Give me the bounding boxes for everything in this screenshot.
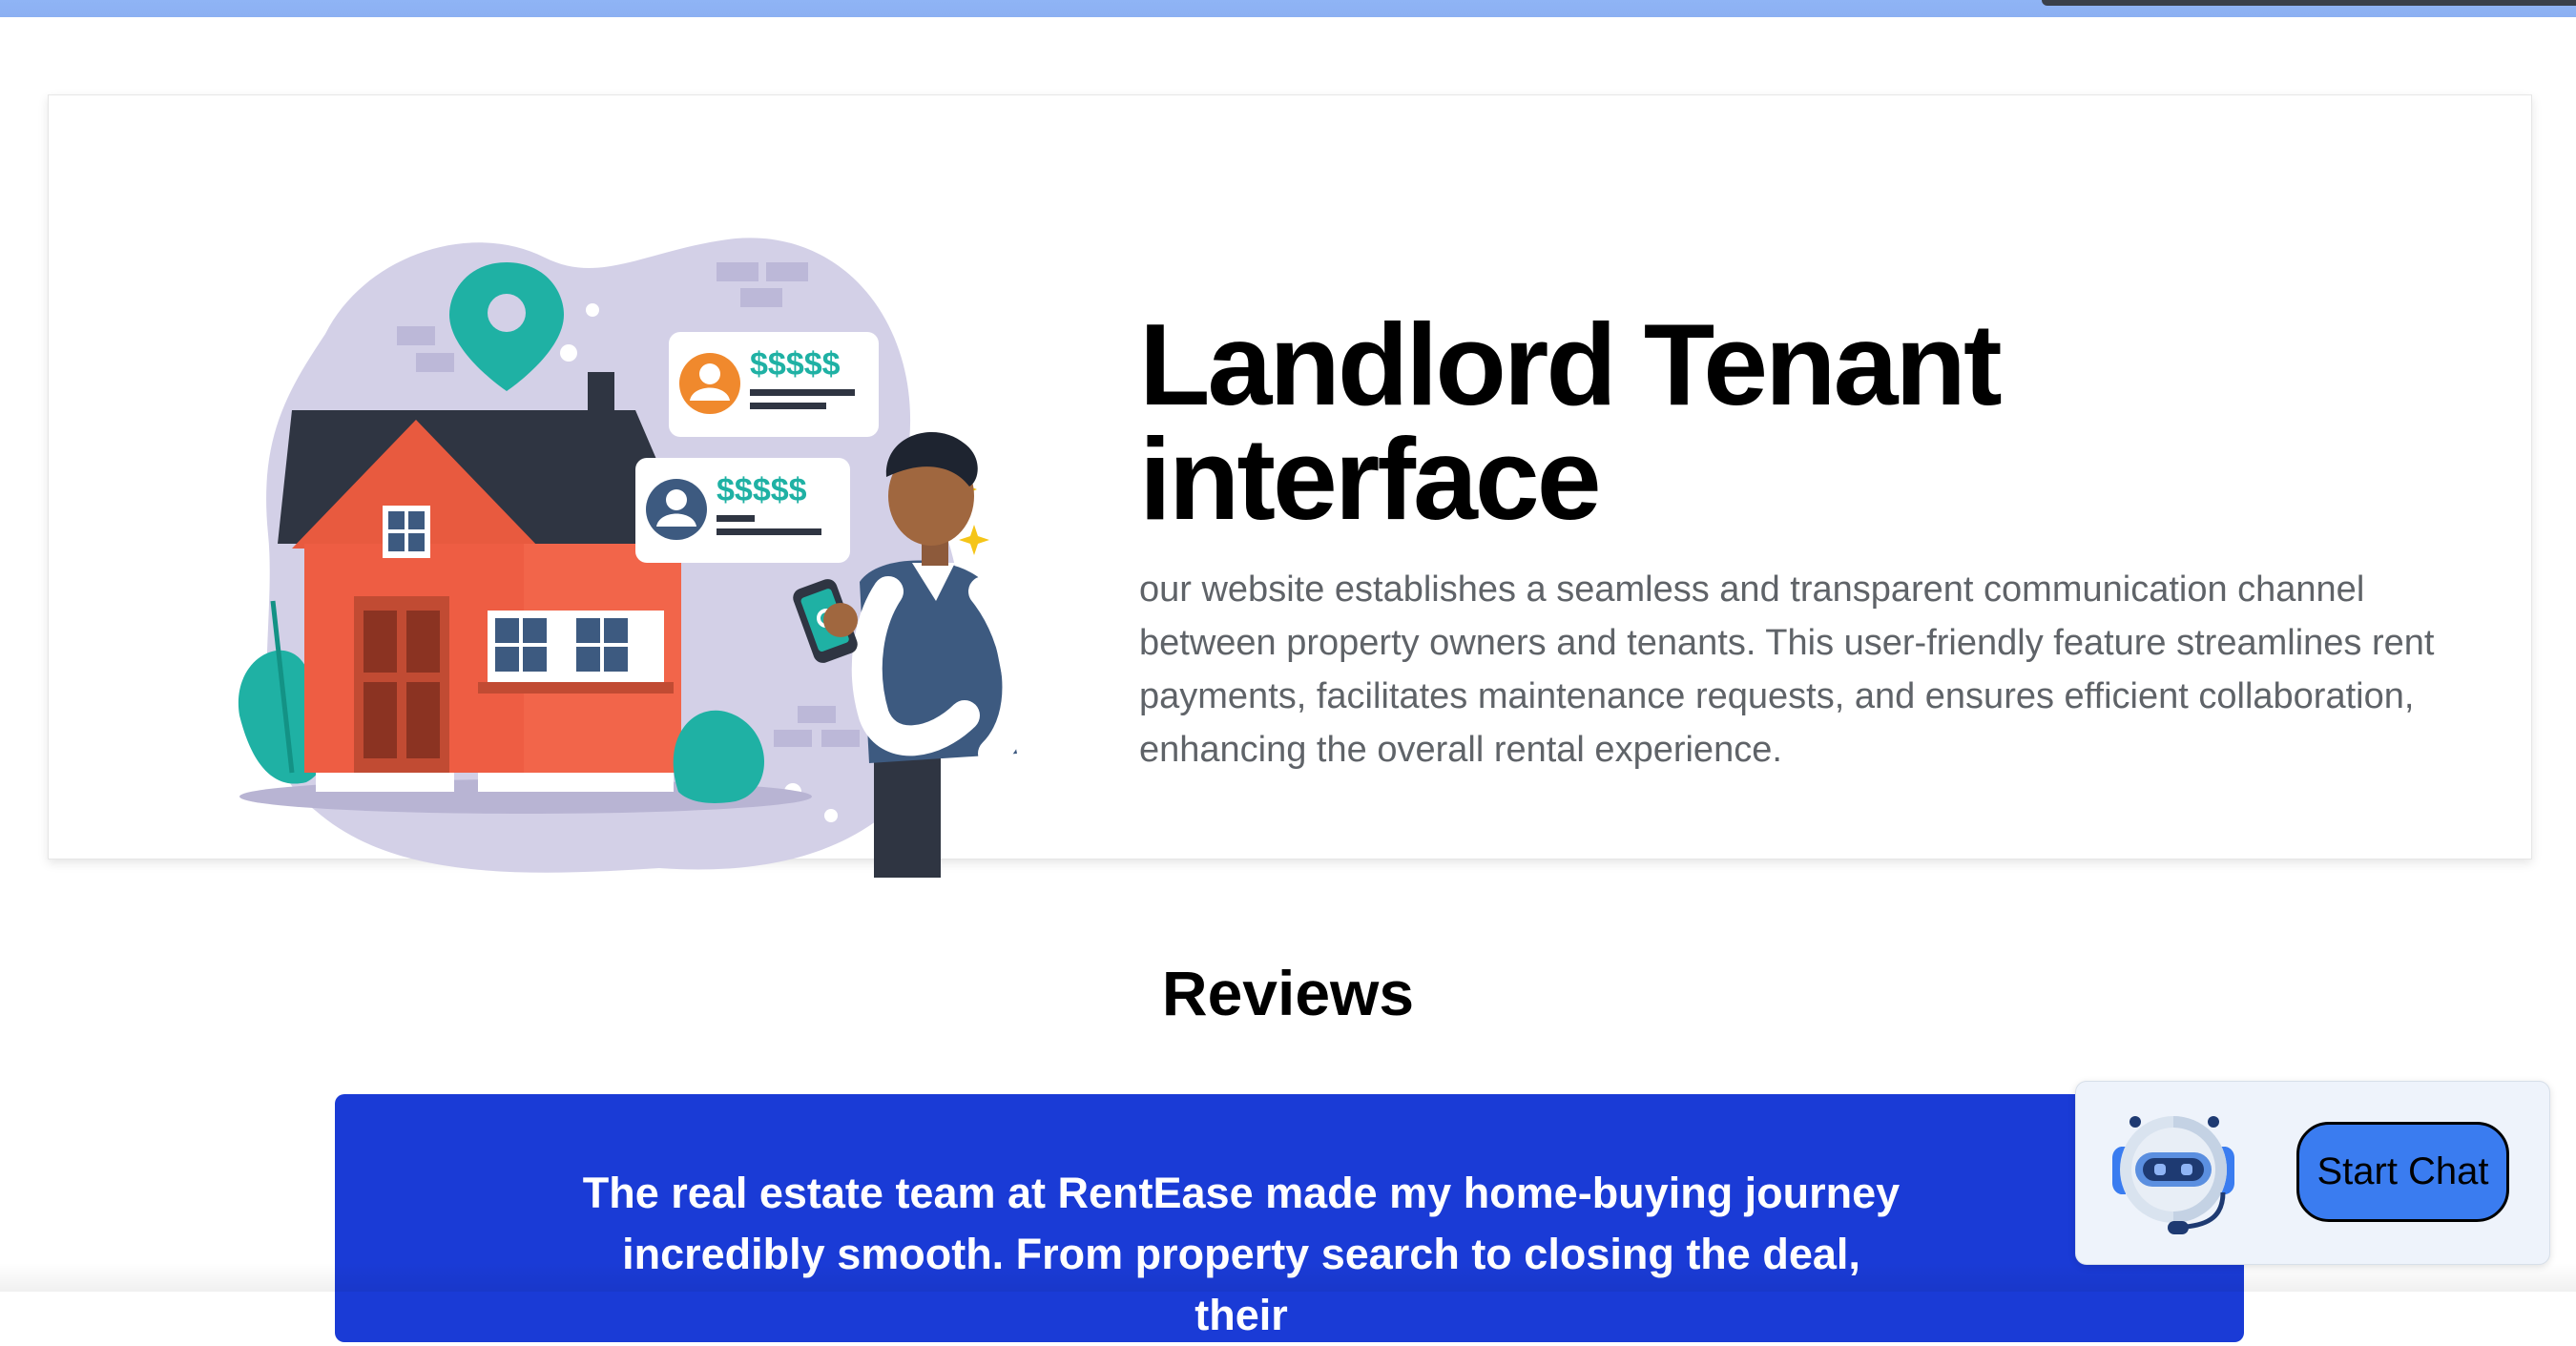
- review-text: The real estate team at RentEase made my…: [582, 1169, 1901, 1339]
- bubble-top-price: $$$$$: [750, 346, 841, 383]
- price-bubble-bottom: $$$$$: [635, 458, 850, 563]
- chatbot-robot-icon: [2112, 1116, 2234, 1234]
- review-card: The real estate team at RentEase made my…: [335, 1094, 2244, 1342]
- top-bar-overlay: [2042, 0, 2576, 6]
- feature-card: $$$$$ $$$$$ Landlord Tenant interface ou…: [48, 94, 2532, 878]
- chat-widget: Start Chat: [2075, 1081, 2550, 1265]
- feature-description: our website establishes a seamless and t…: [1139, 569, 2435, 770]
- start-chat-button[interactable]: Start Chat: [2296, 1122, 2509, 1222]
- feature-title: Landlord Tenant interface: [1139, 300, 2003, 544]
- bubble-bottom-price: $$$$$: [717, 472, 807, 508]
- landlord-tenant-illustration: $$$$$ $$$$$: [238, 238, 1033, 878]
- price-bubble-top: $$$$$: [669, 332, 879, 437]
- reviews-heading: Reviews: [1161, 958, 1415, 1028]
